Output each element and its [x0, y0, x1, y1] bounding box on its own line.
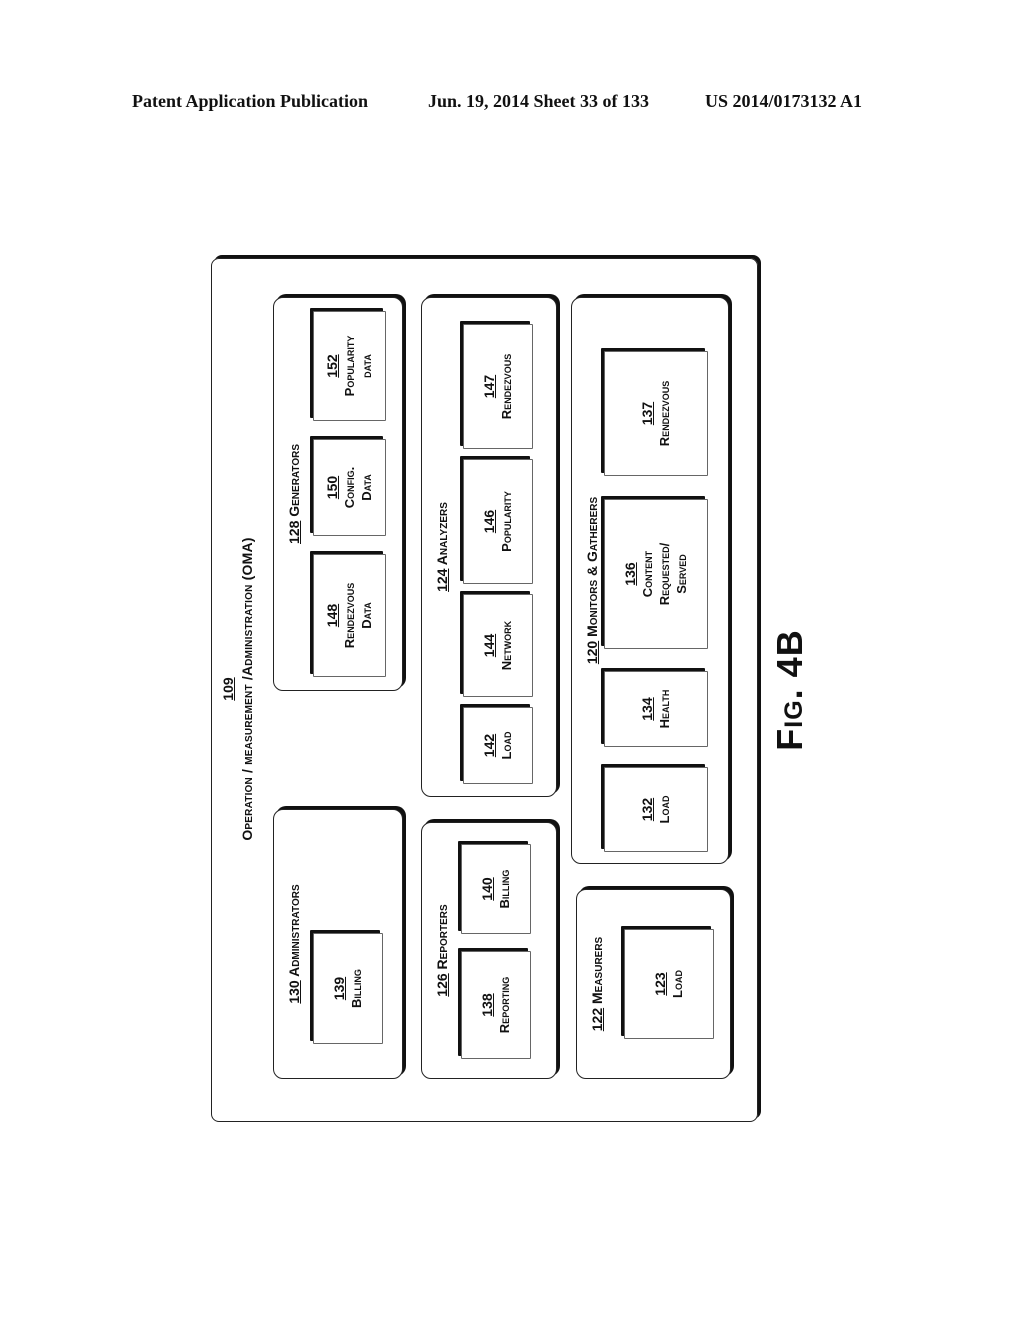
group-name: Measurers	[589, 936, 605, 1004]
patent-number: US 2014/0173132 A1	[705, 91, 863, 111]
group-name: Reporters	[434, 904, 450, 970]
box-ref: 142	[481, 733, 497, 758]
box-132: 132 Load	[604, 767, 708, 852]
box-144: 144 Network	[463, 594, 533, 697]
box-150: 150 Config. Data	[313, 439, 386, 536]
box-line: Billing	[349, 969, 364, 1008]
box-line: Billing	[497, 869, 512, 909]
box-137: 137 Rendezvous	[604, 351, 708, 476]
box-ref: 148	[324, 603, 340, 628]
group-name: Analyzers	[434, 502, 450, 566]
box-ref: 136	[622, 562, 638, 586]
box-ref: 144	[481, 633, 497, 658]
box-line: Config.	[342, 466, 357, 509]
group-ref: 122	[589, 1007, 605, 1032]
group-label: 122 Measurers	[589, 890, 605, 1078]
group-ref: 120	[584, 640, 600, 665]
group-label: 128 Generators	[286, 298, 302, 690]
box-142: 142 Load	[463, 707, 533, 784]
box-ref: 132	[639, 797, 655, 822]
box-line: Health	[657, 689, 672, 729]
group-label: 130 Administrators	[286, 810, 302, 1078]
box-line: Load	[657, 795, 672, 824]
box-123: 123 Load	[624, 929, 714, 1039]
box-ref: 134	[639, 697, 655, 721]
box-ref: 137	[639, 401, 655, 426]
box-line: Content	[640, 550, 655, 598]
box-ref: 138	[479, 993, 495, 1017]
box-ref: 139	[331, 976, 347, 1001]
group-ref: 130	[286, 980, 302, 1004]
box-line: Reporting	[497, 976, 512, 1034]
group-ref: 128	[286, 520, 302, 544]
group-name: Administrators	[286, 884, 302, 977]
box-ref: 152	[324, 354, 340, 378]
publication-label: Patent Application Publication	[132, 91, 369, 111]
box-line: Data	[359, 474, 374, 501]
box-line: Rendezvous	[342, 582, 357, 649]
box-line: Network	[499, 620, 514, 671]
box-line: Popularity	[342, 335, 357, 397]
figure-label-container: Fig. 4B	[760, 560, 820, 820]
box-152: 152 Popularity data	[313, 311, 386, 421]
box-line: Data	[359, 602, 374, 629]
box-136: 136 Content Requested/ Served	[604, 499, 708, 649]
box-146: 146 Popularity	[463, 459, 533, 584]
box-line: Served	[674, 554, 689, 594]
group-ref: 124	[434, 568, 450, 592]
oma-container: 109 Operation / measurement /Administrat…	[211, 258, 758, 1122]
oma-title: Operation / measurement /Administration …	[239, 537, 255, 841]
box-line: Requested/	[657, 542, 672, 606]
box-line: data	[359, 354, 374, 378]
box-line: Load	[670, 970, 685, 998]
group-ref: 126	[434, 973, 450, 997]
group-name: Monitors & Gatherers	[584, 496, 600, 637]
oma-ref: 109	[220, 677, 236, 701]
box-ref: 150	[324, 475, 340, 500]
box-ref: 147	[481, 374, 497, 399]
group-name: Generators	[286, 444, 302, 517]
box-line: Popularity	[499, 491, 514, 552]
date-sheet-label: Jun. 19, 2014 Sheet 33 of 133	[428, 91, 650, 111]
box-ref: 123	[652, 972, 668, 996]
box-ref: 140	[479, 877, 495, 901]
box-ref: 146	[481, 509, 497, 534]
box-line: Load	[499, 731, 514, 760]
box-138: 138 Reporting	[461, 951, 531, 1059]
box-148: 148 Rendezvous Data	[313, 554, 386, 677]
box-147: 147 Rendezvous	[463, 324, 533, 449]
box-140: 140 Billing	[461, 844, 531, 934]
group-label: 120 Monitors & Gatherers	[584, 298, 600, 863]
box-line: Rendezvous	[499, 353, 514, 420]
group-label: 126 Reporters	[434, 823, 450, 1078]
box-134: 134 Health	[604, 671, 708, 747]
box-line: Rendezvous	[657, 380, 672, 447]
figure-label: Fig. 4B	[769, 629, 810, 751]
group-label: 124 Analyzers	[434, 298, 450, 796]
box-139: 139 Billing	[313, 933, 383, 1044]
diagram-stage: 109 Operation / measurement /Administrat…	[211, 258, 758, 1122]
